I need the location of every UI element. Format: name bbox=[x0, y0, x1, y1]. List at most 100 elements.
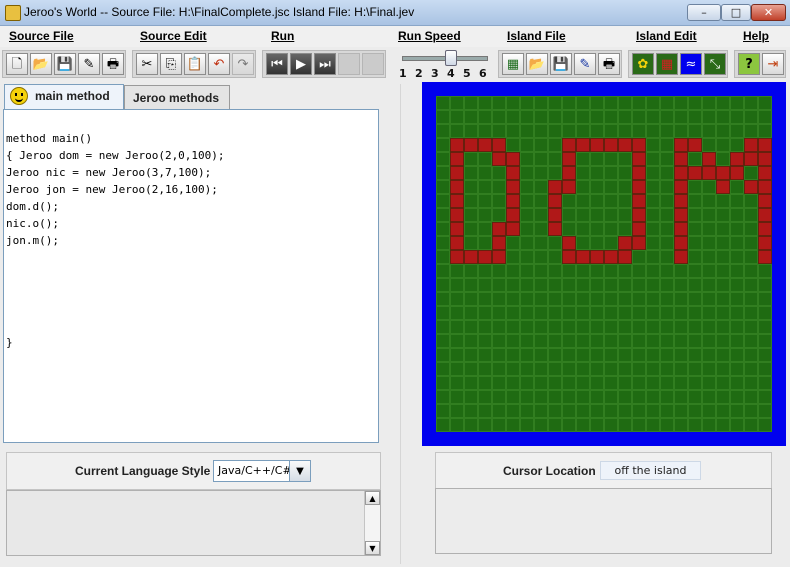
grass-cell[interactable] bbox=[730, 236, 744, 250]
grass-cell[interactable] bbox=[604, 124, 618, 138]
grass-cell[interactable] bbox=[548, 320, 562, 334]
grass-cell[interactable] bbox=[702, 292, 716, 306]
net-cell[interactable] bbox=[674, 138, 688, 152]
grass-cell[interactable] bbox=[576, 236, 590, 250]
grass-cell[interactable] bbox=[618, 180, 632, 194]
grass-cell[interactable] bbox=[646, 110, 660, 124]
grass-cell[interactable] bbox=[730, 264, 744, 278]
grass-cell[interactable] bbox=[576, 208, 590, 222]
net-cell[interactable] bbox=[632, 166, 646, 180]
net-cell[interactable] bbox=[450, 222, 464, 236]
grass-cell[interactable] bbox=[464, 124, 478, 138]
water-icon[interactable]: ≈ bbox=[680, 53, 702, 75]
grass-cell[interactable] bbox=[730, 278, 744, 292]
grass-cell[interactable] bbox=[632, 334, 646, 348]
save-island-icon[interactable]: 💾 bbox=[550, 53, 572, 75]
grass-cell[interactable] bbox=[744, 376, 758, 390]
grass-cell[interactable] bbox=[632, 390, 646, 404]
paste-icon[interactable]: 📋 bbox=[184, 53, 206, 75]
grass-cell[interactable] bbox=[660, 208, 674, 222]
grass-cell[interactable] bbox=[436, 208, 450, 222]
grass-cell[interactable] bbox=[730, 180, 744, 194]
grass-cell[interactable] bbox=[478, 166, 492, 180]
grass-cell[interactable] bbox=[702, 334, 716, 348]
grass-cell[interactable] bbox=[534, 152, 548, 166]
grass-cell[interactable] bbox=[730, 376, 744, 390]
grass-cell[interactable] bbox=[492, 418, 506, 432]
grass-cell[interactable] bbox=[478, 404, 492, 418]
grass-cell[interactable] bbox=[604, 334, 618, 348]
save-island-as-icon[interactable]: ✎ bbox=[574, 53, 596, 75]
grass-cell[interactable] bbox=[618, 418, 632, 432]
grass-cell[interactable] bbox=[618, 194, 632, 208]
grass-cell[interactable] bbox=[436, 278, 450, 292]
grass-cell[interactable] bbox=[562, 362, 576, 376]
grass-cell[interactable] bbox=[590, 306, 604, 320]
net-cell[interactable] bbox=[450, 138, 464, 152]
grass-cell[interactable] bbox=[576, 306, 590, 320]
grass-cell[interactable] bbox=[464, 320, 478, 334]
code-text[interactable]: method main() { Jeroo dom = new Jeroo(2,… bbox=[4, 110, 378, 351]
grass-cell[interactable] bbox=[506, 96, 520, 110]
grass-cell[interactable] bbox=[702, 390, 716, 404]
grass-cell[interactable] bbox=[660, 110, 674, 124]
grass-cell[interactable] bbox=[730, 138, 744, 152]
grass-cell[interactable] bbox=[590, 390, 604, 404]
grass-cell[interactable] bbox=[744, 348, 758, 362]
grass-cell[interactable] bbox=[562, 390, 576, 404]
grass-cell[interactable] bbox=[492, 124, 506, 138]
grass-cell[interactable] bbox=[604, 376, 618, 390]
grass-cell[interactable] bbox=[548, 96, 562, 110]
step-icon[interactable]: ⏭ bbox=[314, 53, 336, 75]
grass-cell[interactable] bbox=[520, 418, 534, 432]
grass-cell[interactable] bbox=[702, 278, 716, 292]
net-cell[interactable] bbox=[744, 180, 758, 194]
grass-cell[interactable] bbox=[674, 376, 688, 390]
grass-cell[interactable] bbox=[744, 404, 758, 418]
net-cell[interactable] bbox=[674, 250, 688, 264]
grass-cell[interactable] bbox=[618, 166, 632, 180]
grass-cell[interactable] bbox=[716, 152, 730, 166]
grass-cell[interactable] bbox=[520, 180, 534, 194]
grass-cell[interactable] bbox=[758, 124, 772, 138]
grass-cell[interactable] bbox=[744, 418, 758, 432]
grass-cell[interactable] bbox=[646, 362, 660, 376]
grass-cell[interactable] bbox=[450, 334, 464, 348]
grass-cell[interactable] bbox=[520, 110, 534, 124]
grass-cell[interactable] bbox=[688, 348, 702, 362]
grass-cell[interactable] bbox=[688, 292, 702, 306]
net-cell[interactable] bbox=[562, 152, 576, 166]
grass-cell[interactable] bbox=[716, 208, 730, 222]
grass-cell[interactable] bbox=[646, 194, 660, 208]
grass-cell[interactable] bbox=[660, 348, 674, 362]
net-cell[interactable] bbox=[450, 152, 464, 166]
grass-cell[interactable] bbox=[702, 376, 716, 390]
grass-cell[interactable] bbox=[744, 264, 758, 278]
grass-cell[interactable] bbox=[464, 180, 478, 194]
new-file-icon[interactable]: 🗋 bbox=[6, 53, 28, 75]
net-cell[interactable] bbox=[562, 250, 576, 264]
grass-cell[interactable] bbox=[506, 264, 520, 278]
menu-source-file[interactable]: Source File bbox=[9, 29, 74, 43]
grass-cell[interactable] bbox=[744, 236, 758, 250]
chevron-down-icon[interactable]: ▼ bbox=[289, 461, 310, 481]
grass-cell[interactable] bbox=[758, 264, 772, 278]
grass-cell[interactable] bbox=[744, 208, 758, 222]
grass-cell[interactable] bbox=[436, 334, 450, 348]
net-cell[interactable] bbox=[450, 194, 464, 208]
grass-cell[interactable] bbox=[548, 264, 562, 278]
grass-cell[interactable] bbox=[492, 194, 506, 208]
grass-cell[interactable] bbox=[660, 96, 674, 110]
grass-cell[interactable] bbox=[758, 306, 772, 320]
grass-cell[interactable] bbox=[450, 320, 464, 334]
grass-cell[interactable] bbox=[506, 124, 520, 138]
open-island-icon[interactable]: 📂 bbox=[526, 53, 548, 75]
grass-cell[interactable] bbox=[548, 418, 562, 432]
stop-icon[interactable] bbox=[362, 53, 384, 75]
grass-cell[interactable] bbox=[492, 376, 506, 390]
grass-cell[interactable] bbox=[548, 362, 562, 376]
grass-cell[interactable] bbox=[618, 264, 632, 278]
net-cell[interactable] bbox=[464, 138, 478, 152]
menu-help[interactable]: Help bbox=[743, 29, 769, 43]
grass-cell[interactable] bbox=[492, 320, 506, 334]
